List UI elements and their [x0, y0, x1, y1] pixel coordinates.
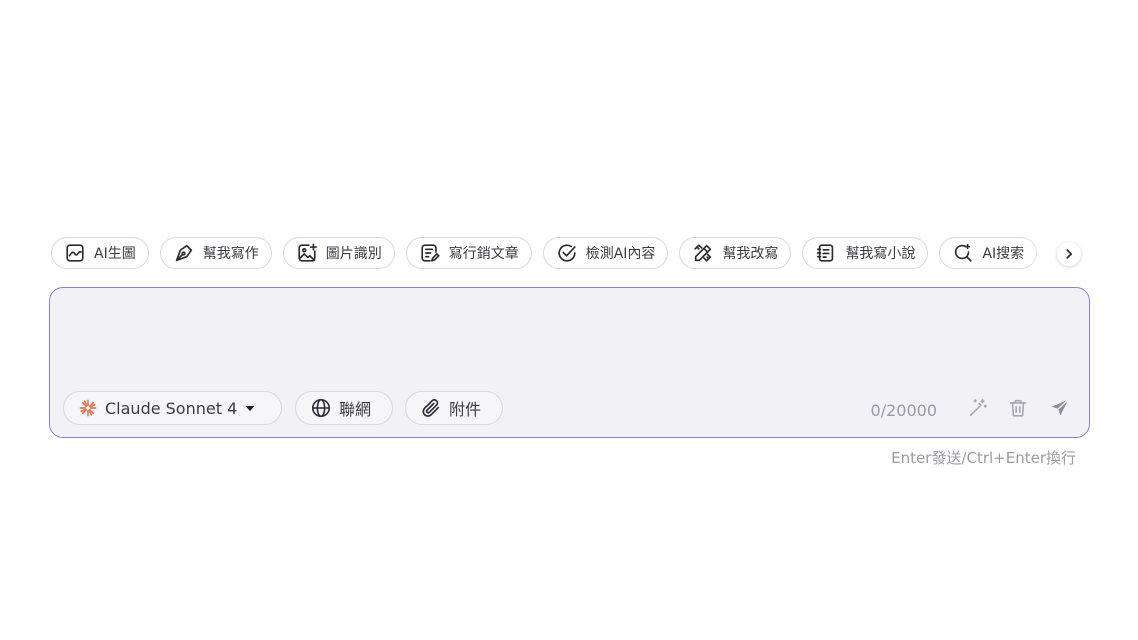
- keyboard-hint: Enter發送/Ctrl+Enter換行: [891, 449, 1076, 467]
- character-counter: 0/20000: [870, 401, 937, 420]
- trash-icon: [1007, 397, 1029, 419]
- chip-image-recognition[interactable]: 圖片識別: [282, 237, 395, 269]
- prompt-input[interactable]: [66, 300, 1075, 384]
- caret-down-icon: [244, 402, 256, 414]
- chip-rewrite[interactable]: 幫我改寫: [679, 237, 792, 269]
- claude-logo-icon: [78, 398, 98, 418]
- magic-wand-icon: [967, 397, 989, 419]
- chip-label: 寫行銷文章: [448, 246, 519, 262]
- globe-icon: [310, 397, 332, 419]
- web-search-toggle[interactable]: 聯網: [295, 391, 393, 425]
- chip-detect-ai[interactable]: 檢測AI內容: [542, 237, 669, 269]
- image-wave-icon: [64, 242, 86, 264]
- chip-label: AI生圖: [94, 246, 136, 262]
- chip-label: 幫我改寫: [722, 246, 779, 262]
- pen-nib-icon: [173, 242, 195, 264]
- chevron-right-icon: [1062, 247, 1076, 261]
- image-plus-icon: [296, 242, 318, 264]
- chip-help-write[interactable]: 幫我寫作: [159, 237, 272, 269]
- chip-label: AI搜索: [982, 246, 1025, 262]
- paperclip-icon: [420, 397, 442, 419]
- document-edit-icon: [419, 242, 441, 264]
- attachment-label: 附件: [449, 400, 482, 419]
- check-circle-icon: [556, 242, 578, 264]
- attachment-button[interactable]: 附件: [405, 391, 503, 425]
- chip-marketing-article[interactable]: 寫行銷文章: [405, 237, 532, 269]
- send-icon: [1049, 397, 1071, 419]
- chip-ai-search[interactable]: AI搜索: [939, 237, 1038, 269]
- book-icon: [815, 242, 837, 264]
- chip-label: 幫我寫小說: [845, 246, 916, 262]
- model-label: Claude Sonnet 4: [105, 398, 238, 418]
- pencil-ruler-icon: [692, 242, 714, 264]
- web-search-label: 聯網: [339, 400, 372, 419]
- magic-wand-button[interactable]: [967, 397, 989, 419]
- clear-button[interactable]: [1007, 397, 1029, 419]
- quick-action-bar: AI生圖 幫我寫作 圖片識別 寫行銷文章 檢測AI內容 幫我改寫 幫我寫小說 A…: [51, 237, 1083, 273]
- chip-label: 檢測AI內容: [585, 246, 656, 262]
- chip-label: 圖片識別: [325, 246, 382, 262]
- chat-composer-page: AI生圖 幫我寫作 圖片識別 寫行銷文章 檢測AI內容 幫我改寫 幫我寫小說 A…: [0, 0, 1138, 640]
- chip-ai-image[interactable]: AI生圖: [51, 237, 149, 269]
- search-icon: [952, 242, 974, 264]
- composer-box: Claude Sonnet 4 聯網 附件 0/20000: [49, 287, 1090, 438]
- chip-scroll-next-button[interactable]: [1057, 242, 1081, 266]
- chip-write-novel[interactable]: 幫我寫小說: [802, 237, 929, 269]
- model-selector[interactable]: Claude Sonnet 4: [63, 391, 282, 425]
- send-button[interactable]: [1049, 397, 1071, 419]
- chip-label: 幫我寫作: [202, 246, 259, 262]
